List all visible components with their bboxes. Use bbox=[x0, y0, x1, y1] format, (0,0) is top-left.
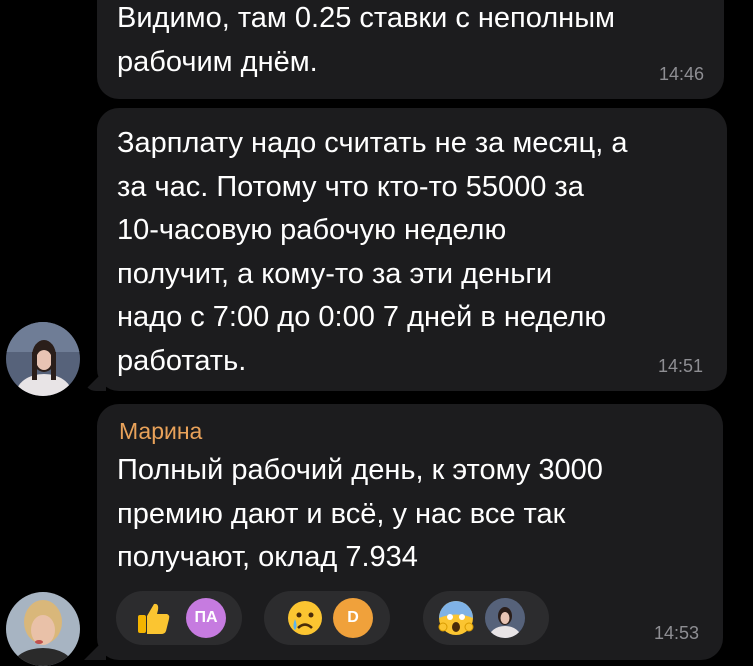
screaming-face-icon bbox=[438, 601, 474, 635]
message-text: Зарплату надо считать не за месяц, а за … bbox=[117, 127, 628, 377]
thumbs-up-icon bbox=[138, 603, 170, 634]
reactor-avatar: D bbox=[333, 598, 373, 638]
sender-name[interactable]: Марина bbox=[119, 418, 202, 445]
reaction-screaming-face[interactable] bbox=[423, 591, 549, 645]
crying-face-icon bbox=[288, 601, 322, 635]
message-text: Видимо, там 0.25 ставки с неполным рабоч… bbox=[117, 2, 615, 78]
reactor-avatar bbox=[485, 598, 525, 638]
message-bubble[interactable]: Видимо, там 0.25 ставки с неполным рабоч… bbox=[97, 0, 724, 99]
message-timestamp: 14:51 bbox=[657, 356, 703, 376]
message-bubble[interactable]: Зарплату надо считать не за месяц, а за … bbox=[97, 108, 727, 391]
sender-avatar[interactable] bbox=[6, 322, 80, 396]
message-text: Полный рабочий день, к этому 3000 премию… bbox=[117, 454, 603, 573]
message-timestamp: 14:53 bbox=[653, 623, 699, 643]
sender-avatar[interactable] bbox=[6, 592, 80, 666]
reactor-avatar: ПА bbox=[186, 598, 226, 638]
reaction-thumbs-up[interactable]: ПА bbox=[116, 591, 242, 645]
reaction-crying-face[interactable]: D bbox=[264, 591, 390, 645]
message-timestamp: 14:46 bbox=[658, 64, 704, 84]
